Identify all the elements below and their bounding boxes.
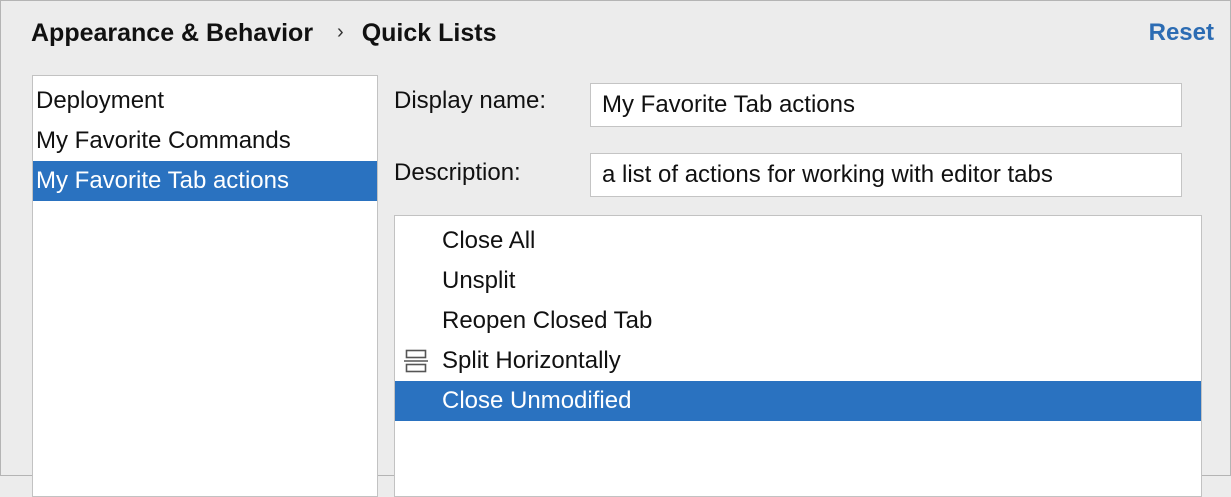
quick-lists-list[interactable]: Deployment My Favorite Commands My Favor… [32, 75, 378, 497]
action-label: Close All [442, 227, 536, 254]
settings-panel: Appearance & Behavior › Quick Lists Rese… [0, 0, 1231, 497]
action-item-split-horizontally[interactable]: Split Horizontally [395, 341, 1201, 381]
list-item-deployment[interactable]: Deployment [33, 81, 377, 121]
actions-list[interactable]: Close All Unsplit Reopen Closed Tab Spli… [394, 215, 1202, 497]
action-label: Split Horizontally [442, 347, 621, 374]
display-name-label: Display name: [394, 87, 547, 114]
breadcrumb-separator-icon: › [337, 20, 344, 43]
action-label: Reopen Closed Tab [442, 307, 653, 334]
list-item-my-favorite-commands[interactable]: My Favorite Commands [33, 121, 377, 161]
reset-link[interactable]: Reset [1149, 15, 1214, 51]
breadcrumb-parent[interactable]: Appearance & Behavior [31, 19, 313, 48]
action-item-close-all[interactable]: Close All [395, 221, 1201, 261]
action-item-close-unmodified[interactable]: Close Unmodified [395, 381, 1201, 421]
action-item-reopen-closed-tab[interactable]: Reopen Closed Tab [395, 301, 1201, 341]
list-item-my-favorite-tab-actions[interactable]: My Favorite Tab actions [33, 161, 377, 201]
split-horizontally-icon [404, 349, 428, 373]
page-title: Quick Lists [361, 18, 497, 47]
display-name-field[interactable]: My Favorite Tab actions [590, 83, 1182, 127]
action-label: Close Unmodified [442, 387, 632, 414]
action-item-unsplit[interactable]: Unsplit [395, 261, 1201, 301]
action-label: Unsplit [442, 267, 516, 294]
breadcrumb: Appearance & Behavior › Quick Lists [31, 15, 496, 51]
description-label: Description: [394, 159, 521, 186]
description-field[interactable]: a list of actions for working with edito… [590, 153, 1182, 197]
